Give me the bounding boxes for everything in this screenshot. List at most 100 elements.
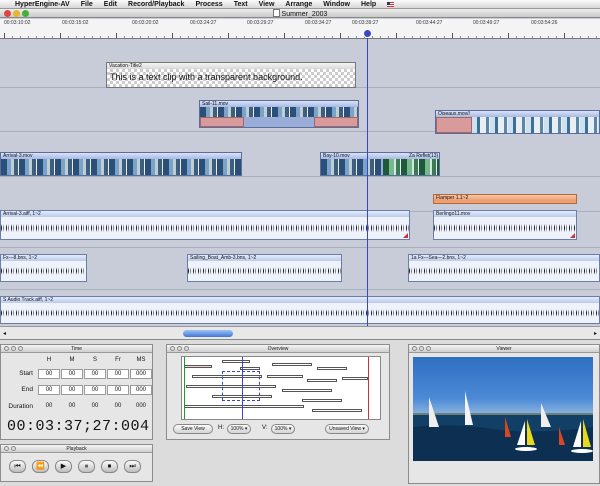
end-seconds-field[interactable]: 00 [84, 385, 106, 395]
h-zoom-select[interactable]: 100% ▾ [227, 424, 251, 434]
playhead[interactable] [367, 30, 368, 339]
fade-marker-icon[interactable] [403, 233, 408, 238]
start-hours-field[interactable]: 00 [38, 369, 60, 379]
minimize-icon[interactable] [11, 446, 16, 451]
video-clip-oiseaux[interactable]: Oiseaux.mov// [435, 110, 600, 134]
us-flag-icon[interactable] [387, 1, 395, 7]
h-zoom-value: 100% [230, 426, 244, 432]
audio-clip-sailing-boat[interactable]: Sailing_Boat_Amb-3.bns, 1~2 [187, 254, 342, 282]
fade-marker-icon[interactable] [570, 233, 575, 238]
saved-views-select[interactable]: Unsaved View ▾ [325, 424, 369, 434]
waveform [1, 304, 599, 322]
menu-process[interactable]: Process [195, 1, 222, 8]
ruler-tick [148, 36, 149, 38]
pause-button[interactable]: ⏸ [78, 460, 95, 473]
menu-view[interactable]: View [259, 1, 275, 8]
ruler-tick [268, 36, 269, 38]
close-icon[interactable] [170, 346, 175, 351]
scroll-thumb[interactable] [183, 330, 233, 337]
audio-clip-fx[interactable]: Fx—8.bns, 1~2 [0, 254, 87, 282]
transition-fade[interactable] [436, 117, 472, 133]
playhead-handle[interactable] [363, 29, 372, 38]
close-icon[interactable] [412, 346, 417, 351]
overview-map[interactable] [181, 356, 381, 420]
minimize-icon[interactable] [177, 346, 182, 351]
transition-fade[interactable] [314, 117, 358, 127]
audio-clip-main-track[interactable]: S Audio Track.aiff, 1~2 [0, 296, 600, 324]
menu-window[interactable]: Window [323, 1, 350, 8]
menu-record-playback[interactable]: Record/Playback [128, 1, 184, 8]
ruler-tick [588, 36, 589, 38]
menu-file[interactable]: File [81, 1, 93, 8]
start-minutes-field[interactable]: 00 [61, 369, 83, 379]
start-seconds-field[interactable]: 00 [84, 369, 106, 379]
ruler-tick [508, 33, 509, 38]
duration-hours: 00 [45, 403, 53, 409]
waveform [1, 218, 409, 238]
v-zoom-select[interactable]: 100% ▾ [271, 424, 295, 434]
ruler-label: 00:03:49:27 [473, 20, 500, 26]
zoom-icon[interactable] [426, 346, 431, 351]
timeline-tracks: Vacation-Title2 This is a text clip with… [0, 40, 600, 325]
audio-clip-berlingo[interactable]: Berlingo11.mov [433, 210, 577, 240]
stop-button[interactable]: ⏹ [101, 460, 118, 473]
menu-app[interactable]: HyperEngine-AV [15, 1, 70, 8]
end-hours-field[interactable]: 00 [38, 385, 60, 395]
ruler-label: 00:03:34:27 [305, 20, 332, 26]
end-minutes-field[interactable]: 00 [61, 385, 83, 395]
end-ms-field[interactable]: 000 [130, 385, 152, 395]
menu-edit[interactable]: Edit [104, 1, 117, 8]
horizontal-scrollbar[interactable]: ◂ ▸ [0, 326, 600, 339]
ruler-tick [484, 36, 485, 38]
ruler-tick [412, 36, 413, 38]
menu-text[interactable]: Text [234, 1, 248, 8]
ruler-tick [76, 36, 77, 38]
overview-clip [342, 377, 368, 380]
video-clip-sail[interactable]: Sail-11.mov [199, 100, 359, 128]
play-button[interactable]: ▶ [55, 460, 72, 473]
ruler-tick [340, 33, 341, 38]
clip-label: Fx—8.bns, 1~2 [1, 255, 86, 261]
video-clip-bay[interactable]: Bay-10.mov Za Reflet(13) [320, 152, 440, 176]
start-ms-field[interactable]: 000 [130, 369, 152, 379]
audio-clip-sea[interactable]: 1a Fx—Sea—2.bns, 1~2 [408, 254, 600, 282]
ruler-label: 00:03:39:27 [352, 20, 379, 26]
ruler-tick [300, 36, 301, 38]
menu-help[interactable]: Help [361, 1, 376, 8]
skip-forward-button[interactable]: ⏭ [124, 460, 141, 473]
audio-clip-arrival[interactable]: Arrival-3.aiff, 1~2 [0, 210, 410, 240]
overview-clip [317, 367, 347, 370]
scroll-left-icon[interactable]: ◂ [3, 330, 6, 337]
text-clip[interactable]: Vacation-Title2 This is a text clip with… [106, 62, 356, 88]
skip-back-button[interactable]: ⏮ [9, 460, 26, 473]
ruler-tick [468, 36, 469, 38]
overview-clip [302, 399, 342, 402]
video-clip-arrival[interactable]: Arrival-3.mov [0, 152, 242, 176]
ruler-tick [564, 33, 565, 38]
ruler-tick [548, 36, 549, 38]
save-view-button[interactable]: Save View [173, 424, 213, 434]
ruler-tick [596, 36, 597, 38]
ruler-tick [284, 33, 285, 38]
clip-label: Arrival-3.aiff, 1~2 [1, 211, 409, 217]
end-frames-field[interactable]: 00 [107, 385, 129, 395]
ruler-tick [372, 36, 373, 38]
chevron-down-icon: ▾ [288, 426, 292, 432]
clip-flamper[interactable]: Flamper 1.1~2 [433, 194, 577, 204]
time-ruler[interactable]: 00:03:10:02 00:03:15:02 00:03:20:02 00:0… [0, 19, 600, 39]
transition-fade[interactable] [200, 117, 244, 127]
overview-view-rect[interactable] [222, 371, 260, 401]
close-icon[interactable] [4, 446, 9, 451]
start-frames-field[interactable]: 00 [107, 369, 129, 379]
scroll-right-icon[interactable]: ▸ [594, 330, 597, 337]
minimize-icon[interactable] [419, 346, 424, 351]
close-icon[interactable] [4, 346, 9, 351]
zoom-icon[interactable] [184, 346, 189, 351]
minimize-icon[interactable] [11, 346, 16, 351]
chevron-down-icon: ▾ [362, 426, 365, 432]
start-label: Start [19, 370, 33, 377]
menu-arrange[interactable]: Arrange [285, 1, 312, 8]
v-zoom-value: 100% [274, 426, 288, 432]
rewind-button[interactable]: ⏪ [32, 460, 49, 473]
zoom-icon[interactable] [18, 346, 23, 351]
